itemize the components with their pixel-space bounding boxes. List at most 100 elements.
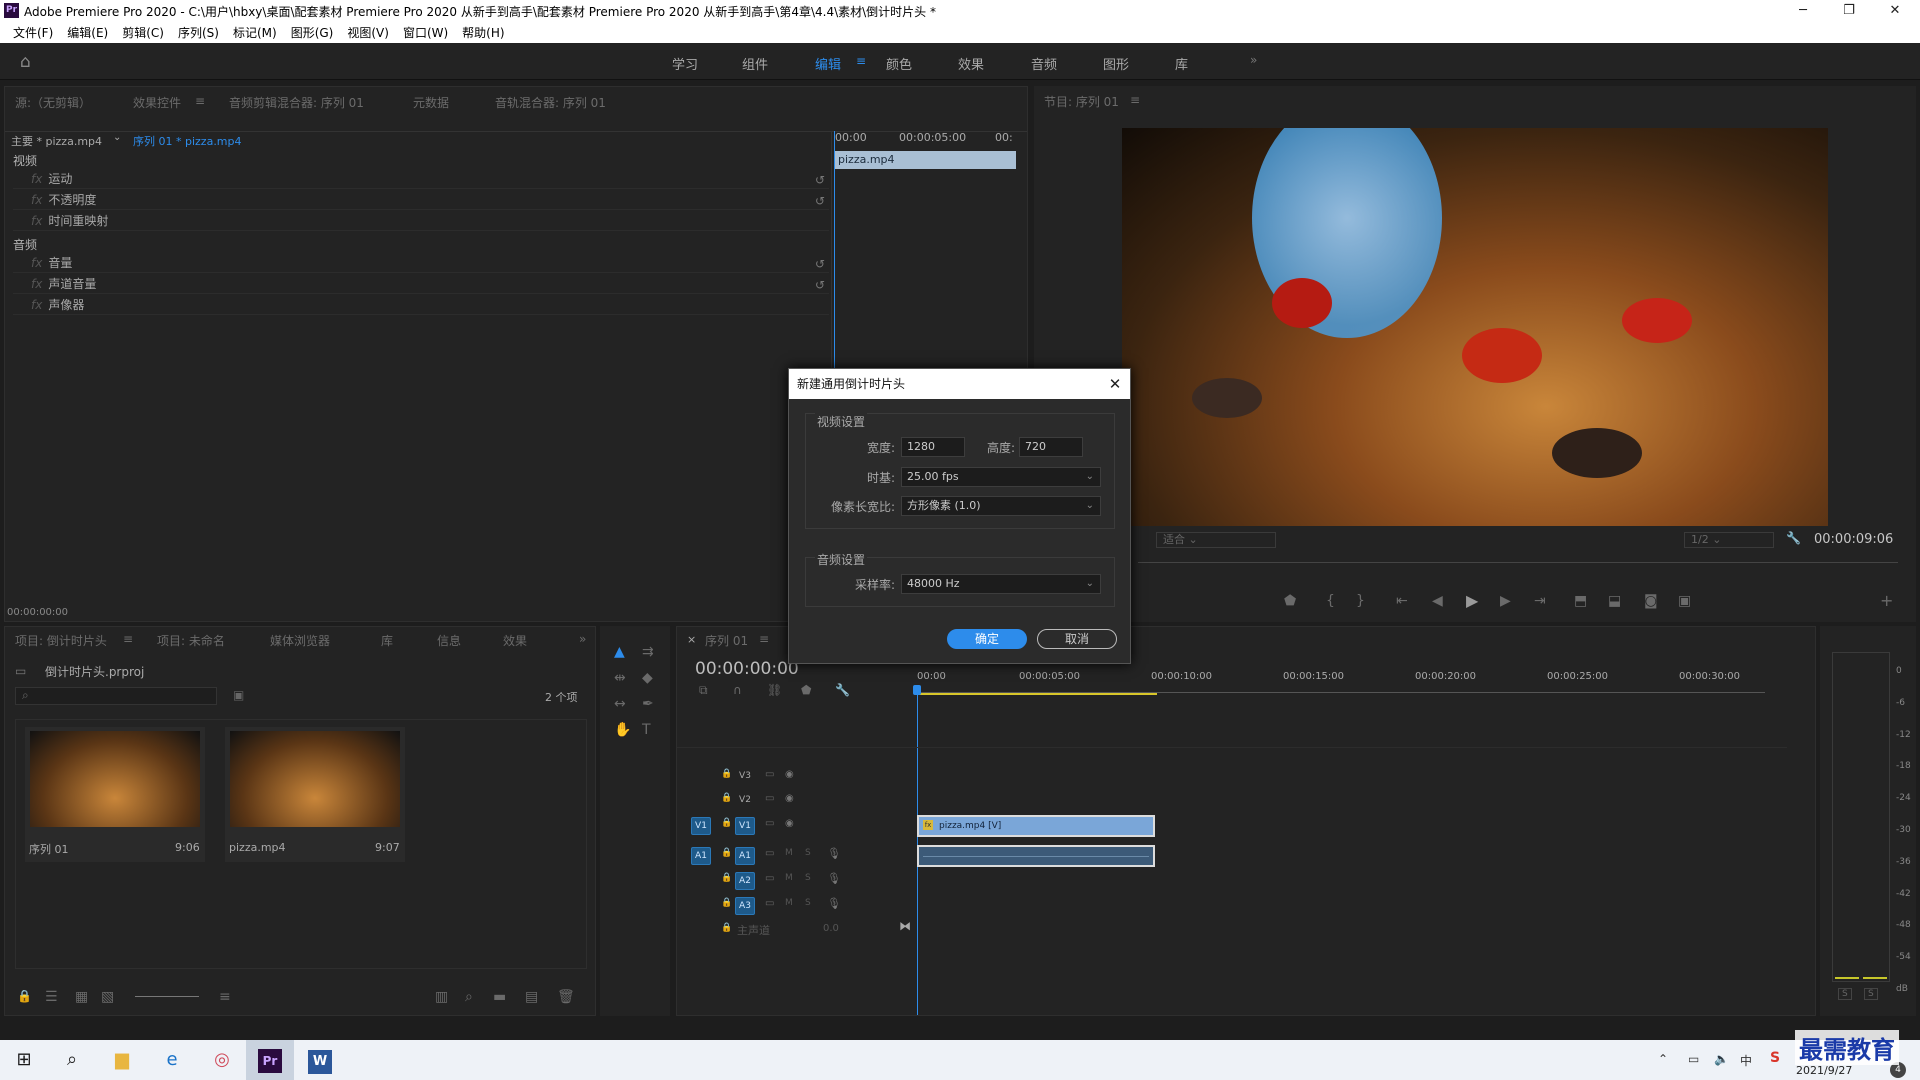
width-input[interactable]: 1280 [901,437,965,457]
effect-row-volume[interactable]: fx 音量 [13,253,829,273]
workspace-menu-icon[interactable]: ≡ [856,54,866,68]
network-icon[interactable]: ▭ [1688,1052,1699,1066]
microphone-icon[interactable]: 🎙 [827,847,841,860]
workspace-audio[interactable]: 音频 [1031,54,1057,73]
panel-menu-icon[interactable]: ≡ [195,94,205,108]
menu-edit[interactable]: 编辑(E) [60,22,115,43]
restore-button[interactable]: ❐ [1826,0,1872,22]
find-icon[interactable]: ⌕ [465,989,473,1005]
menu-help[interactable]: 帮助(H) [455,22,511,43]
timeline-video-clip[interactable]: fx pizza.mp4 [V] [917,815,1155,837]
close-window-button[interactable]: ✕ [1872,0,1918,22]
tab-project-countdown[interactable]: 项目: 倒计时片头 [15,632,107,649]
tray-chevron-icon[interactable]: ⌃ [1658,1052,1668,1066]
edge-icon[interactable]: e [148,1040,196,1080]
volume-icon[interactable]: 🔈 [1714,1052,1729,1066]
work-area-bar[interactable] [917,693,1157,695]
more-workspaces-icon[interactable]: » [1250,53,1257,67]
track-v3[interactable]: V3 [735,768,755,786]
lock-icon[interactable]: 🔒 [721,923,732,933]
search-icon[interactable]: ⌕ [48,1040,96,1080]
track-v2[interactable]: V2 [735,792,755,810]
wrench-icon[interactable]: 🔧 [1786,531,1801,545]
program-video-frame[interactable] [1122,128,1828,526]
mark-in-icon[interactable]: { [1326,593,1335,609]
tab-source[interactable]: 源:（无剪辑） [15,94,91,111]
quality-select[interactable]: 1/2 ⌄ [1684,532,1774,548]
go-to-out-icon[interactable]: ⇥ [1534,593,1546,609]
hand-tool-icon[interactable]: ✋ [614,722,631,738]
reset-icon[interactable]: ↺ [815,278,825,292]
freeform-view-icon[interactable]: ▧ [101,989,114,1005]
tab-metadata[interactable]: 元数据 [413,94,449,111]
track-a2[interactable]: A2 [735,872,755,890]
camera-icon[interactable]: ◙ [1644,593,1658,609]
solo-button[interactable]: S [805,873,811,883]
timeline-timecode[interactable]: 00:00:00:00 [695,659,799,679]
ok-button[interactable]: 确定 [947,629,1027,649]
go-to-in-icon[interactable]: ⇤ [1396,593,1408,609]
word-taskbar-icon[interactable]: W [296,1040,344,1080]
eye-icon[interactable]: ◉ [785,793,794,804]
height-input[interactable]: 720 [1019,437,1083,457]
tab-media-browser[interactable]: 媒体浏览器 [270,632,330,649]
dialog-close-icon[interactable]: ✕ [1105,373,1125,395]
compare-icon[interactable]: ▣ [1678,593,1691,609]
effect-row-panner[interactable]: fx 声像器 [13,295,829,315]
lock-icon[interactable]: 🔒 [17,989,32,1003]
fit-select[interactable]: 适合 ⌄ [1156,532,1276,548]
chevron-down-icon[interactable]: ⌄ [113,132,121,143]
mark-out-icon[interactable]: } [1356,593,1365,609]
minimize-button[interactable]: ─ [1780,0,1826,22]
razor-icon[interactable]: ◆ [642,670,653,686]
project-item-clip[interactable]: pizza.mp4 9:07 [225,727,405,862]
mute-button[interactable]: M [785,898,793,908]
workspace-learn[interactable]: 学习 [672,54,698,73]
solo-button[interactable]: S [805,898,811,908]
workspace-graphics[interactable]: 图形 [1103,54,1129,73]
ime-icon[interactable]: 中 [1740,1052,1752,1069]
close-tab-icon[interactable]: × [687,633,696,646]
play-icon[interactable]: ▶ [1466,591,1478,610]
master-clip-label[interactable]: 主要 * pizza.mp4 [11,133,102,149]
lock-icon[interactable]: 🔒 [721,793,732,803]
menu-file[interactable]: 文件(F) [6,22,60,43]
tab-effect-controls[interactable]: 效果控件 [133,94,181,111]
step-forward-icon[interactable]: ▶ [1500,593,1511,609]
icon-view-icon[interactable]: ▦ [75,989,88,1005]
sync-icon[interactable]: ▭ [765,769,774,780]
source-patch-a1[interactable]: A1 [691,847,711,865]
automate-icon[interactable]: ▥ [435,989,448,1005]
lock-icon[interactable]: 🔒 [721,848,732,858]
menu-markers[interactable]: 标记(M) [226,22,284,43]
project-item-sequence[interactable]: 序列 01 9:06 [25,727,205,862]
reset-icon[interactable]: ↺ [815,173,825,187]
workspace-libraries[interactable]: 库 [1175,54,1188,73]
tray-date[interactable]: 2021/9/27 [1796,1064,1852,1077]
step-back-icon[interactable]: ◀ [1432,593,1443,609]
sync-icon[interactable]: ▭ [765,898,774,909]
slip-tool-icon[interactable]: ↔ [614,696,626,712]
panel-menu-icon[interactable]: ≡ [1130,93,1140,107]
workspace-color[interactable]: 颜色 [886,54,912,73]
workspace-assembly[interactable]: 组件 [742,54,768,73]
menu-graphics[interactable]: 图形(G) [284,22,341,43]
sync-icon[interactable]: ▭ [765,818,774,829]
solo-right-button[interactable]: S [1864,988,1878,1000]
snap-icon[interactable]: ∩ [733,683,742,697]
track-select-icon[interactable]: ⇉ [642,644,654,660]
premiere-taskbar-icon[interactable]: Pr [246,1040,294,1080]
effect-row-opacity[interactable]: fx 不透明度 [13,190,829,210]
workspace-editing[interactable]: 编辑 [815,54,841,73]
sync-icon[interactable]: ▭ [765,793,774,804]
mute-button[interactable]: M [785,873,793,883]
tab-libraries[interactable]: 库 [381,632,393,649]
solo-left-button[interactable]: S [1838,988,1852,1000]
tab-project-untitled[interactable]: 项目: 未命名 [157,632,225,649]
effect-row-time-remap[interactable]: fx 时间重映射 [13,211,829,231]
master-track-value[interactable]: 0.0 [823,923,839,934]
pen-tool-icon[interactable]: ✒ [642,696,654,712]
settings-wrench-icon[interactable]: 🔧 [835,683,850,697]
scroll-end-icon[interactable]: ⧓ [899,919,911,933]
workspace-effects[interactable]: 效果 [958,54,984,73]
